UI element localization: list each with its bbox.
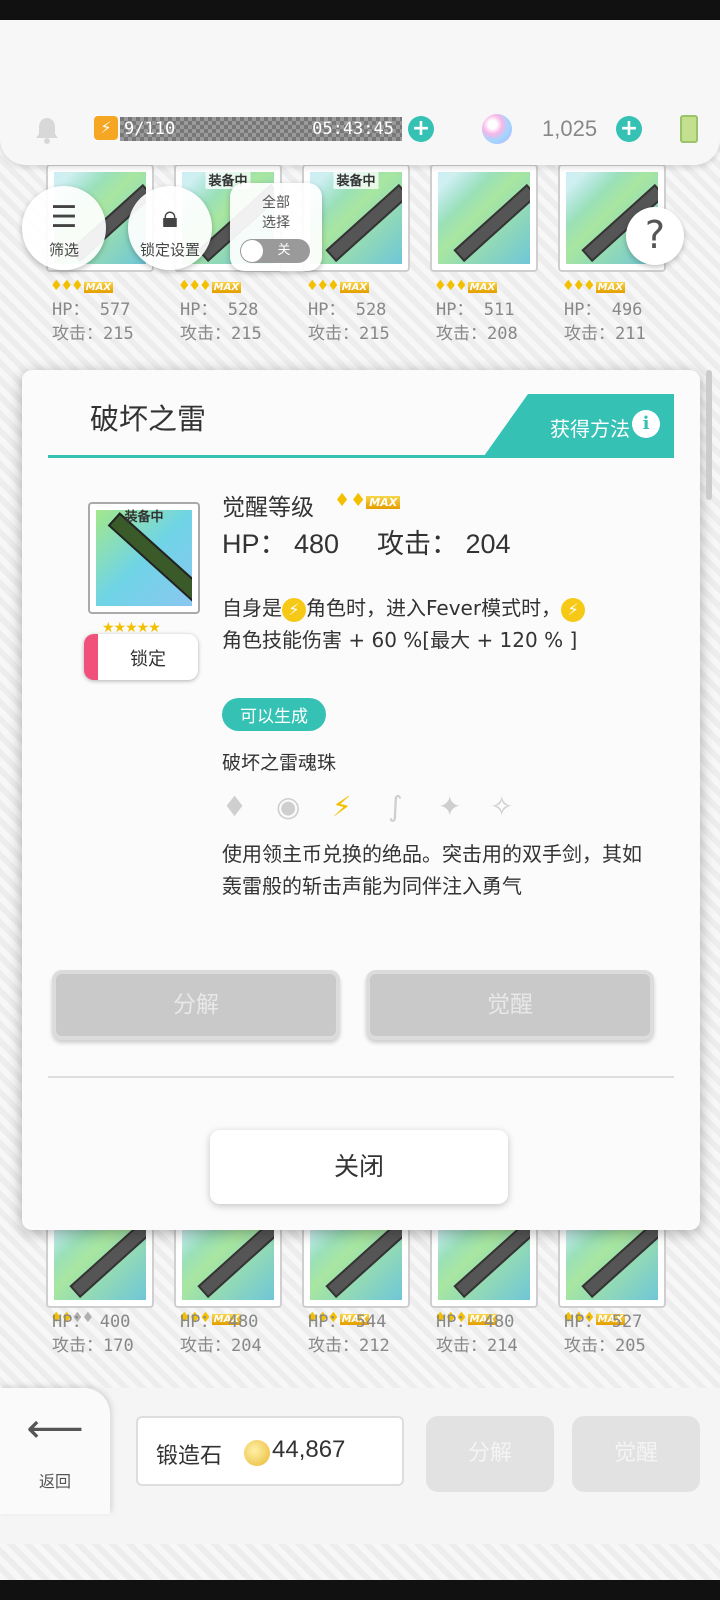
card-attack: 攻击：215 [52, 324, 134, 344]
decompose-button[interactable]: 分解 [52, 970, 340, 1040]
card-attack: 攻击：211 [564, 324, 646, 344]
hp-stat: HP： 480 [222, 529, 340, 559]
awaken-button[interactable]: 觉醒 [366, 970, 654, 1040]
craftable-badge: 可以生成 [222, 698, 326, 731]
card-hp: HP： 400 [52, 1312, 131, 1332]
lock-settings-label: 锁定设置 [139, 241, 200, 259]
awaken-level-label: 觉醒等级 [222, 495, 314, 521]
skill-text-b: 角色时，进入Fever模式时， [306, 596, 562, 620]
card-attack: 攻击：214 [436, 1336, 518, 1356]
lock-label: 锁定 [130, 649, 166, 670]
card-attack: 攻击：204 [180, 1336, 262, 1356]
card-attack: 攻击：212 [308, 1336, 390, 1356]
title-divider [48, 455, 674, 458]
forge-stone-label: 锻造石 [156, 1444, 223, 1469]
modal-title: 破坏之雷 [90, 402, 207, 436]
card-hp: HP： 544 [308, 1312, 387, 1332]
help-button[interactable]: ? [626, 207, 684, 265]
item-description: 使用领主币兑换的绝品。突击用的双手剑，其如轰雷般的斩击声能为同伴注入勇气 [222, 842, 642, 898]
energy-bar: 9/110 05:43:45 [120, 117, 402, 141]
close-button[interactable]: 关闭 [210, 1130, 508, 1204]
equipment-card[interactable] [430, 164, 538, 272]
element-dark-icon: ✧ [490, 790, 514, 823]
card-hp: HP： 496 [564, 300, 643, 320]
system-status-bar [0, 0, 720, 20]
awaken-stars: ♦♦♦ MAX [178, 278, 242, 294]
toggle-knob [241, 240, 263, 262]
select-all-toggle[interactable]: 关 [240, 239, 310, 263]
weapon-art [438, 172, 530, 264]
energy-icon: ⚡ [94, 116, 118, 140]
add-energy-button[interactable]: + [408, 116, 434, 142]
element-wind-icon: ∫ [388, 790, 403, 823]
orb-name: 破坏之雷魂珠 [222, 752, 337, 774]
equipped-tag: 装备中 [124, 510, 164, 525]
lock-icon: 🔒︎ [162, 200, 178, 235]
card-hp: HP： 511 [436, 300, 515, 320]
filter-button[interactable]: ☰ 筛选 [22, 186, 106, 270]
awaken-stars: ♦♦ MAX [334, 490, 401, 511]
obtain-method-label[interactable]: 获得方法 [550, 413, 630, 442]
filter-icon: ☰ [50, 200, 78, 235]
skill-line-1: 自身是 ⚡ 角色时，进入Fever模式时， ⚡ [222, 592, 586, 622]
lightning-icon: ⚡ [282, 597, 306, 622]
energy-timer: 05:43:45 [312, 119, 394, 139]
forge-stone-icon [244, 1440, 270, 1466]
footer-awaken-button[interactable]: 觉醒 [572, 1416, 700, 1492]
awaken-stars: ♦♦♦ MAX [562, 278, 626, 294]
modal-divider [48, 1076, 674, 1078]
card-hp: HP： 480 [436, 1312, 515, 1332]
item-image: 装备中 [88, 502, 200, 614]
skill-line-2: 角色技能伤害 + 60 %[最大 + 120 % ] [222, 628, 578, 652]
forge-stone-value: 44,867 [272, 1436, 346, 1463]
awaken-stars: ♦♦♦ MAX [306, 278, 370, 294]
element-circle-icon: ◉ [276, 790, 301, 823]
energy-value: 9/110 [124, 119, 176, 139]
scrollbar[interactable] [706, 370, 712, 500]
skill-text-a: 自身是 [222, 596, 282, 620]
card-attack: 攻击：215 [308, 324, 390, 344]
card-hp: HP： 528 [180, 300, 259, 320]
back-arrow-icon: ⟵ [26, 1406, 84, 1452]
select-all-control[interactable]: 全部 选择 关 [230, 183, 322, 271]
toggle-label: 关 [277, 243, 291, 258]
card-hp: HP： 480 [180, 1312, 259, 1332]
lock-button[interactable]: 锁定 [84, 634, 198, 680]
forge-stone-counter: 锻造石 44,867 [136, 1416, 404, 1486]
bell-icon[interactable] [34, 116, 60, 144]
card-attack: 攻击：208 [436, 324, 518, 344]
gem-count: 1,025 [542, 116, 598, 141]
add-gem-button[interactable]: + [616, 116, 642, 142]
battery-icon [680, 115, 698, 143]
attack-stat: 攻击： 204 [377, 529, 511, 559]
awaken-stars: ♦♦♦ MAX [50, 278, 114, 294]
lightning-icon: ⚡ [561, 597, 586, 622]
select-all-label-1: 全部 [262, 195, 290, 211]
element-light-icon: ✦ [438, 790, 462, 823]
filter-label: 筛选 [48, 241, 79, 259]
card-hp: HP： 577 [52, 300, 131, 320]
back-label: 返回 [38, 1472, 71, 1491]
card-hp: HP： 528 [308, 300, 387, 320]
resource-header: ⚡ 9/110 05:43:45 + 1,025 + [0, 20, 720, 165]
card-attack: 攻击：170 [52, 1336, 134, 1356]
awaken-stars: ♦♦♦ MAX [434, 278, 498, 294]
card-attack: 攻击：205 [564, 1336, 646, 1356]
info-icon[interactable]: i [632, 410, 660, 438]
element-lightning-icon: ⚡ [332, 790, 352, 823]
select-all-label-2: 选择 [262, 215, 290, 231]
back-button[interactable]: ⟵ 返回 [0, 1388, 110, 1514]
system-nav-bar [0, 1580, 720, 1600]
card-attack: 攻击：215 [180, 324, 262, 344]
equipment-detail-modal: 破坏之雷 获得方法 i 装备中 ★★★★★ 锁定 觉醒等级 ♦♦ MAX HP： … [22, 370, 700, 1230]
max-tag: MAX [366, 496, 401, 509]
equipped-tag: 装备中 [333, 170, 379, 189]
footer-decompose-button[interactable]: 分解 [426, 1416, 554, 1492]
gem-icon [482, 114, 512, 144]
element-diamond-icon: ♦ [222, 790, 248, 823]
lock-settings-button[interactable]: 🔒︎ 锁定设置 [128, 186, 212, 270]
card-hp: HP： 527 [564, 1312, 643, 1332]
